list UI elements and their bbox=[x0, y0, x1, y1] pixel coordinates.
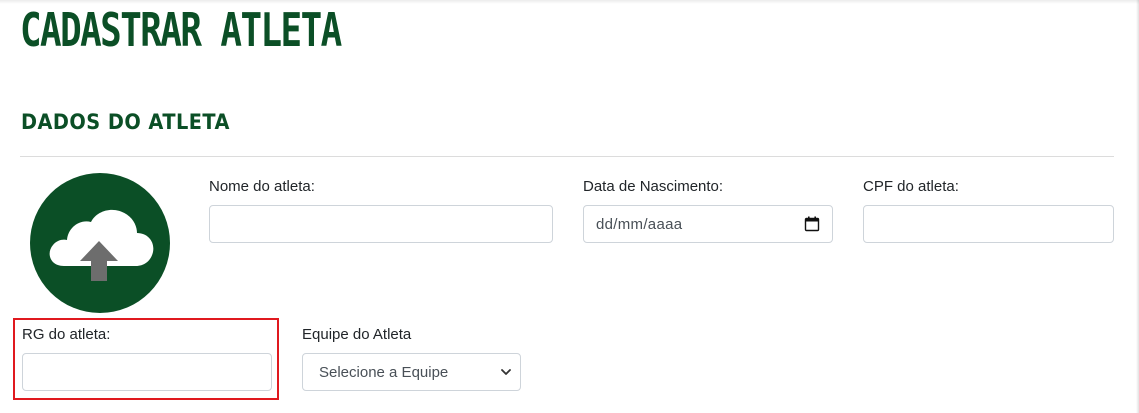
cpf-label: CPF do atleta: bbox=[863, 178, 959, 195]
calendar-icon[interactable] bbox=[804, 216, 820, 232]
equipe-selected-value: Selecione a Equipe bbox=[319, 363, 449, 381]
equipe-label: Equipe do Atleta bbox=[302, 326, 412, 343]
section-title: DADOS DO ATLETA bbox=[21, 110, 230, 134]
section-divider bbox=[20, 156, 1114, 157]
equipe-select[interactable]: Selecione a Equipe bbox=[302, 353, 521, 391]
nascimento-placeholder: dd/mm/aaaa bbox=[596, 215, 683, 233]
nome-input[interactable] bbox=[209, 205, 553, 243]
photo-upload-button[interactable] bbox=[30, 173, 170, 313]
rg-highlight-box bbox=[13, 318, 279, 400]
cloud-upload-icon bbox=[49, 209, 154, 281]
cpf-input[interactable] bbox=[863, 205, 1114, 243]
nascimento-date-input[interactable]: dd/mm/aaaa bbox=[583, 205, 833, 243]
page: CADASTRAR ATLETA DADOS DO ATLETA Nome do… bbox=[0, 0, 1139, 413]
nome-label: Nome do atleta: bbox=[209, 178, 315, 195]
chevron-down-icon bbox=[501, 369, 511, 375]
page-title: CADASTRAR ATLETA bbox=[20, 3, 342, 57]
nascimento-label: Data de Nascimento: bbox=[583, 178, 724, 195]
